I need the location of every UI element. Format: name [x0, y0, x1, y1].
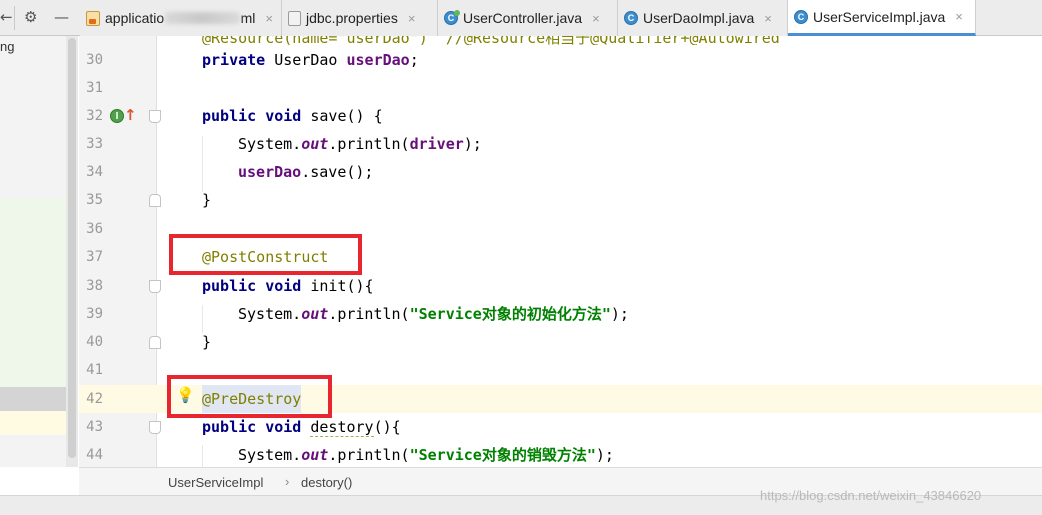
- properties-file-icon: [288, 10, 301, 26]
- tab-jdbc-properties[interactable]: jdbc.properties ×: [282, 0, 438, 36]
- code-text: public void init(){: [202, 277, 374, 295]
- close-icon[interactable]: ×: [955, 9, 963, 24]
- code-line-39: 39 System.out.println("Service对象的初始化方法")…: [79, 300, 1042, 328]
- cutoff-code-line: @Resource(name="userDao") //@Resource相当于…: [202, 36, 780, 45]
- line-number: 31: [86, 80, 103, 96]
- line-number: 44: [86, 447, 103, 463]
- line-number: 35: [86, 192, 103, 208]
- code-text: public void save() {: [202, 107, 383, 125]
- line-number: 32: [86, 108, 103, 124]
- tab-label: jdbc.properties: [306, 10, 398, 26]
- code-text: System.out.println("Service对象的销毁方法");: [238, 446, 614, 464]
- panel-arrow-icon[interactable]: ←: [0, 8, 13, 26]
- tab-application-xml[interactable]: applicatio ml ×: [80, 0, 282, 36]
- code-line-31: 31: [79, 74, 1042, 102]
- watermark: https://blog.csdn.net/weixin_43846620: [760, 488, 982, 503]
- code-text: }: [202, 191, 212, 209]
- code-text: System.out.println("Service对象的初始化方法");: [238, 305, 629, 323]
- tab-userserviceimpl[interactable]: C UserServiceImpl.java ×: [788, 0, 976, 36]
- fold-marker[interactable]: [149, 421, 161, 434]
- fold-marker[interactable]: [149, 194, 161, 207]
- code-text: }: [202, 333, 212, 351]
- project-panel: ng: [0, 36, 78, 467]
- tab-label: applicatio: [105, 10, 165, 26]
- spring-xml-icon: [86, 10, 100, 26]
- highlight-box-postconstruct: [169, 234, 362, 275]
- gear-icon[interactable]: ⚙: [24, 8, 37, 26]
- line-number: 36: [86, 221, 103, 237]
- code-line-35: 35 }: [79, 186, 1042, 214]
- project-panel-toolbar: ← ⚙ —: [0, 0, 78, 36]
- code-line-40: 40 }: [79, 328, 1042, 356]
- project-scrollbar-thumb[interactable]: [68, 38, 76, 458]
- java-class-icon: C: [444, 10, 460, 25]
- line-number: 41: [86, 362, 103, 378]
- highlight-box-predestroy: [167, 375, 332, 418]
- tab-usercontroller[interactable]: C UserController.java ×: [438, 0, 618, 36]
- line-number: 37: [86, 249, 103, 265]
- line-number: 33: [86, 136, 103, 152]
- project-tree-selected-row[interactable]: [0, 387, 66, 411]
- project-tree-fragment[interactable]: ng: [0, 39, 14, 54]
- tab-label: UserServiceImpl.java: [813, 8, 946, 25]
- line-number: 38: [86, 278, 103, 294]
- code-line-30: 30 private UserDao userDao;: [79, 46, 1042, 74]
- fold-marker[interactable]: [149, 110, 161, 123]
- close-icon[interactable]: ×: [265, 11, 273, 26]
- line-number: 34: [86, 164, 103, 180]
- editor-tab-bar: ← ⚙ — applicatio ml × jdbc.properties × …: [0, 0, 1042, 36]
- implements-method-icon[interactable]: I: [110, 109, 124, 123]
- tab-label-end: ml: [240, 10, 256, 26]
- go-to-interface-arrow-icon[interactable]: ↑: [124, 106, 137, 124]
- code-text: userDao.save();: [238, 163, 374, 181]
- toolbar-divider: [14, 6, 15, 30]
- close-icon[interactable]: ×: [408, 11, 416, 26]
- code-text: private UserDao userDao;: [202, 51, 419, 69]
- minus-icon[interactable]: —: [54, 8, 69, 26]
- breadcrumb-separator: ›: [285, 474, 290, 489]
- fold-marker[interactable]: [149, 280, 161, 293]
- tab-label: UserDaoImpl.java: [643, 10, 755, 26]
- blurred-text: [165, 12, 240, 24]
- project-tree-row[interactable]: [0, 411, 66, 435]
- close-icon[interactable]: ×: [592, 11, 600, 26]
- code-line-32: 32 public void save() {: [79, 102, 1042, 130]
- code-text: System.out.println(driver);: [238, 135, 482, 153]
- line-number: 40: [86, 334, 103, 350]
- code-line-44: 44 System.out.println("Service对象的销毁方法");: [79, 441, 1042, 469]
- line-number: 43: [86, 419, 103, 435]
- fold-marker[interactable]: [149, 336, 161, 349]
- code-line-34: 34 userDao.save();: [79, 158, 1042, 186]
- code-line-38: 38 public void init(){: [79, 272, 1042, 300]
- java-class-icon: C: [624, 11, 638, 25]
- line-number: 39: [86, 306, 103, 322]
- line-number: 30: [86, 52, 103, 68]
- java-class-icon: C: [794, 9, 808, 24]
- breadcrumb-class[interactable]: UserServiceImpl: [168, 475, 263, 490]
- tab-userdaoimpl[interactable]: C UserDaoImpl.java ×: [618, 0, 788, 36]
- tab-label: UserController.java: [463, 10, 583, 26]
- line-number: 42: [86, 391, 103, 407]
- close-icon[interactable]: ×: [764, 11, 772, 26]
- breadcrumb-method[interactable]: destory(): [301, 475, 352, 490]
- code-line-33: 33 System.out.println(driver);: [79, 130, 1042, 158]
